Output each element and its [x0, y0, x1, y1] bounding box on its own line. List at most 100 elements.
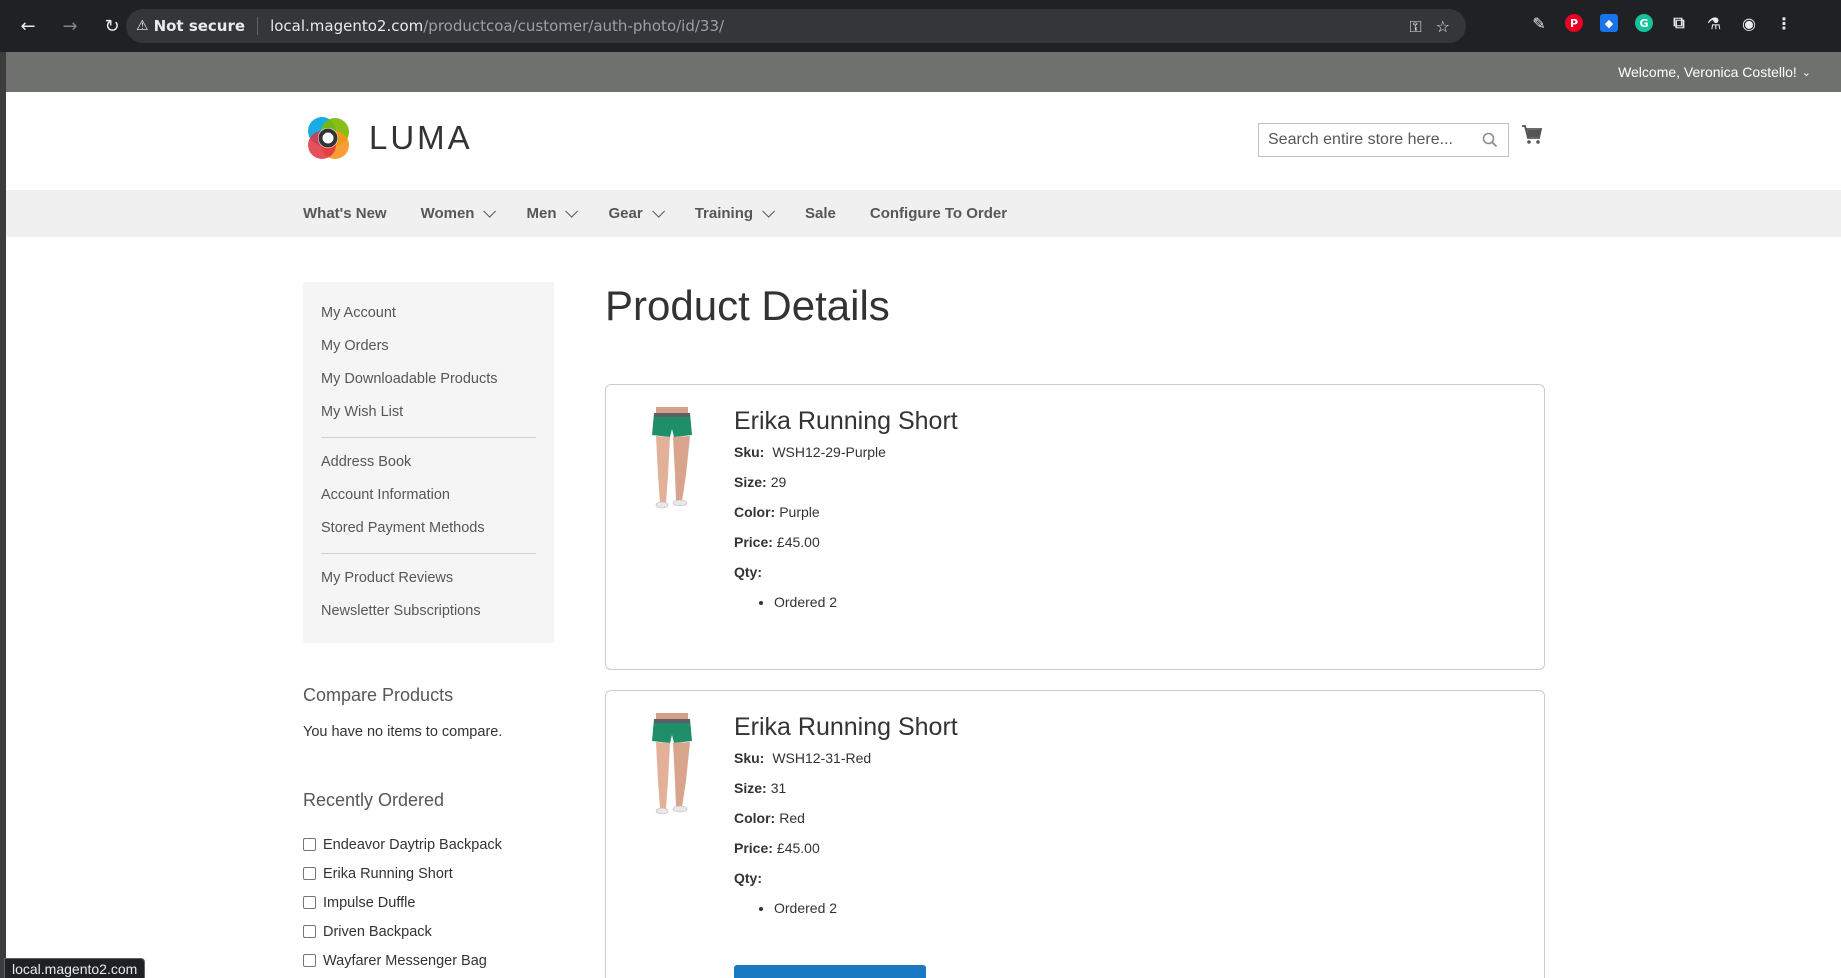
store-logo[interactable]: LUMA: [303, 113, 473, 163]
recent-item-label[interactable]: Wayfarer Messenger Bag: [323, 953, 487, 969]
product-thumbnail[interactable]: [644, 711, 699, 819]
nav-configure-to-order[interactable]: Configure To Order: [870, 205, 1007, 222]
nav-label: What's New: [303, 205, 387, 222]
recent-item-label[interactable]: Erika Running Short: [323, 866, 453, 882]
qty-label: Qty:: [734, 564, 762, 580]
reload-icon[interactable]: ↻: [98, 12, 126, 40]
menu-dots-icon[interactable]: ⋮: [1775, 14, 1793, 33]
forward-arrow-icon[interactable]: →: [56, 12, 84, 40]
security-indicator[interactable]: ⚠ Not secure: [136, 17, 245, 35]
search-input[interactable]: [1259, 131, 1474, 149]
luma-logo-icon: [308, 117, 349, 159]
product-name: Erika Running Short: [734, 713, 958, 741]
qty-row: Qty:: [734, 557, 958, 587]
chevron-down-icon: [651, 205, 665, 218]
size-value: 29: [770, 474, 787, 490]
address-bar[interactable]: ⚠ Not secure local.magento2.com/productc…: [126, 9, 1466, 43]
color-row: Color: Purple: [734, 497, 958, 527]
price-label: Price:: [734, 840, 773, 856]
grammarly-icon[interactable]: G: [1635, 14, 1653, 32]
pinterest-icon[interactable]: P: [1565, 14, 1583, 32]
size-row: Size: 29: [734, 467, 958, 497]
sidebar-item-downloadable-products[interactable]: My Downloadable Products: [303, 363, 554, 396]
sidebar-item-account-information[interactable]: Account Information: [303, 479, 554, 512]
nav-label: Women: [420, 205, 475, 222]
recent-item-checkbox[interactable]: [303, 896, 316, 909]
profile-icon[interactable]: ◉: [1740, 14, 1758, 33]
nav-men[interactable]: Men: [526, 205, 579, 222]
tag-extension-icon[interactable]: ◆: [1600, 14, 1618, 32]
sku-value: WSH12-31-Red: [772, 750, 872, 766]
sidebar-item-address-book[interactable]: Address Book: [303, 446, 554, 479]
nav-label: Training: [694, 205, 754, 222]
labs-flask-icon[interactable]: ⚗: [1705, 14, 1723, 33]
price-label: Price:: [734, 534, 773, 550]
logo-text: LUMA: [369, 119, 473, 156]
nav-label: Sale: [805, 205, 836, 222]
shopping-cart-icon[interactable]: [1521, 124, 1543, 146]
recent-item-label[interactable]: Impulse Duffle: [323, 895, 415, 911]
nav-label: Configure To Order: [869, 205, 1008, 222]
bookmark-star-icon[interactable]: ☆: [1436, 17, 1450, 37]
list-item: Wayfarer Messenger Bag: [303, 946, 554, 975]
qty-row: Qty:: [734, 863, 958, 893]
customer-menu[interactable]: Welcome, Veronica Costello! ⌄: [1618, 64, 1811, 80]
size-label: Size:: [734, 780, 767, 796]
nav-label: Gear: [608, 205, 643, 222]
recent-item-checkbox[interactable]: [303, 925, 316, 938]
qty-list: Ordered 2: [774, 587, 958, 617]
recent-item-checkbox[interactable]: [303, 867, 316, 880]
account-sidebar: My Account My Orders My Downloadable Pro…: [303, 282, 554, 975]
recently-ordered-list: Endeavor Daytrip Backpack Erika Running …: [303, 830, 554, 975]
extensions-puzzle-icon[interactable]: ⧉: [1670, 13, 1688, 32]
recent-item-checkbox[interactable]: [303, 838, 316, 851]
sidebar-item-stored-payment-methods[interactable]: Stored Payment Methods: [303, 512, 554, 545]
sidebar-item-newsletter-subscriptions[interactable]: Newsletter Subscriptions: [303, 595, 554, 628]
compare-empty-message: You have no items to compare.: [303, 724, 503, 740]
eyedropper-icon[interactable]: ✎: [1530, 14, 1548, 33]
price-value: £45.00: [776, 534, 820, 550]
chevron-down-icon: [483, 205, 497, 218]
recent-item-label[interactable]: Driven Backpack: [323, 924, 432, 940]
size-label: Size:: [734, 474, 767, 490]
recent-item-label[interactable]: Endeavor Daytrip Backpack: [323, 837, 502, 853]
search-box: [1258, 123, 1509, 157]
primary-action-button[interactable]: [734, 965, 926, 978]
sku-label: Sku:: [734, 750, 765, 766]
nav-women[interactable]: Women: [420, 205, 497, 222]
sidebar-item-my-account[interactable]: My Account: [303, 297, 554, 330]
recently-ordered-title: Recently Ordered: [303, 790, 445, 810]
product-card: Erika Running Short Sku: WSH12-31-Red Siz…: [605, 690, 1545, 978]
sku-row: Sku: WSH12-31-Red: [734, 743, 958, 773]
store-page: Welcome, Veronica Costello! ⌄ LUMA Searc…: [6, 52, 1841, 978]
key-icon[interactable]: ⚿: [1409, 17, 1421, 37]
main-content: Product Details Erika Running Short Sku:…: [605, 282, 1545, 978]
nav-sale[interactable]: Sale: [805, 205, 836, 222]
status-bar-url: local.magento2.com: [4, 958, 146, 978]
search-icon[interactable]: [1482, 132, 1498, 148]
price-row: Price: £45.00: [734, 833, 958, 863]
extensions-area: ✎ P ◆ G ⧉ ⚗ ◉ ⋮: [1530, 13, 1793, 33]
omnibox-divider: [257, 17, 259, 35]
product-thumbnail[interactable]: [644, 405, 699, 513]
color-value: Purple: [779, 504, 820, 520]
security-label: Not secure: [153, 17, 246, 35]
site-header: LUMA: [6, 92, 1841, 190]
nav-gear[interactable]: Gear: [608, 205, 665, 222]
sku-label: Sku:: [734, 444, 765, 460]
nav-training[interactable]: Training: [694, 205, 776, 222]
sidebar-item-my-orders[interactable]: My Orders: [303, 330, 554, 363]
panel-header: Welcome, Veronica Costello! ⌄: [6, 52, 1841, 92]
url-host: local.magento2.com: [270, 17, 424, 35]
nav-whats-new[interactable]: What's New: [303, 205, 387, 222]
recent-item-checkbox[interactable]: [303, 954, 316, 967]
list-item: Impulse Duffle: [303, 888, 554, 917]
product-details: Erika Running Short Sku: WSH12-31-Red Siz…: [734, 711, 958, 923]
sidebar-item-product-reviews[interactable]: My Product Reviews: [303, 562, 554, 595]
chevron-down-icon: [762, 205, 776, 218]
page-title: Product Details: [605, 282, 890, 329]
sidebar-item-wish-list[interactable]: My Wish List: [303, 396, 554, 429]
welcome-message: Welcome, Veronica Costello!: [1618, 64, 1797, 80]
back-arrow-icon[interactable]: ←: [14, 12, 42, 40]
product-name: Erika Running Short: [734, 407, 958, 435]
